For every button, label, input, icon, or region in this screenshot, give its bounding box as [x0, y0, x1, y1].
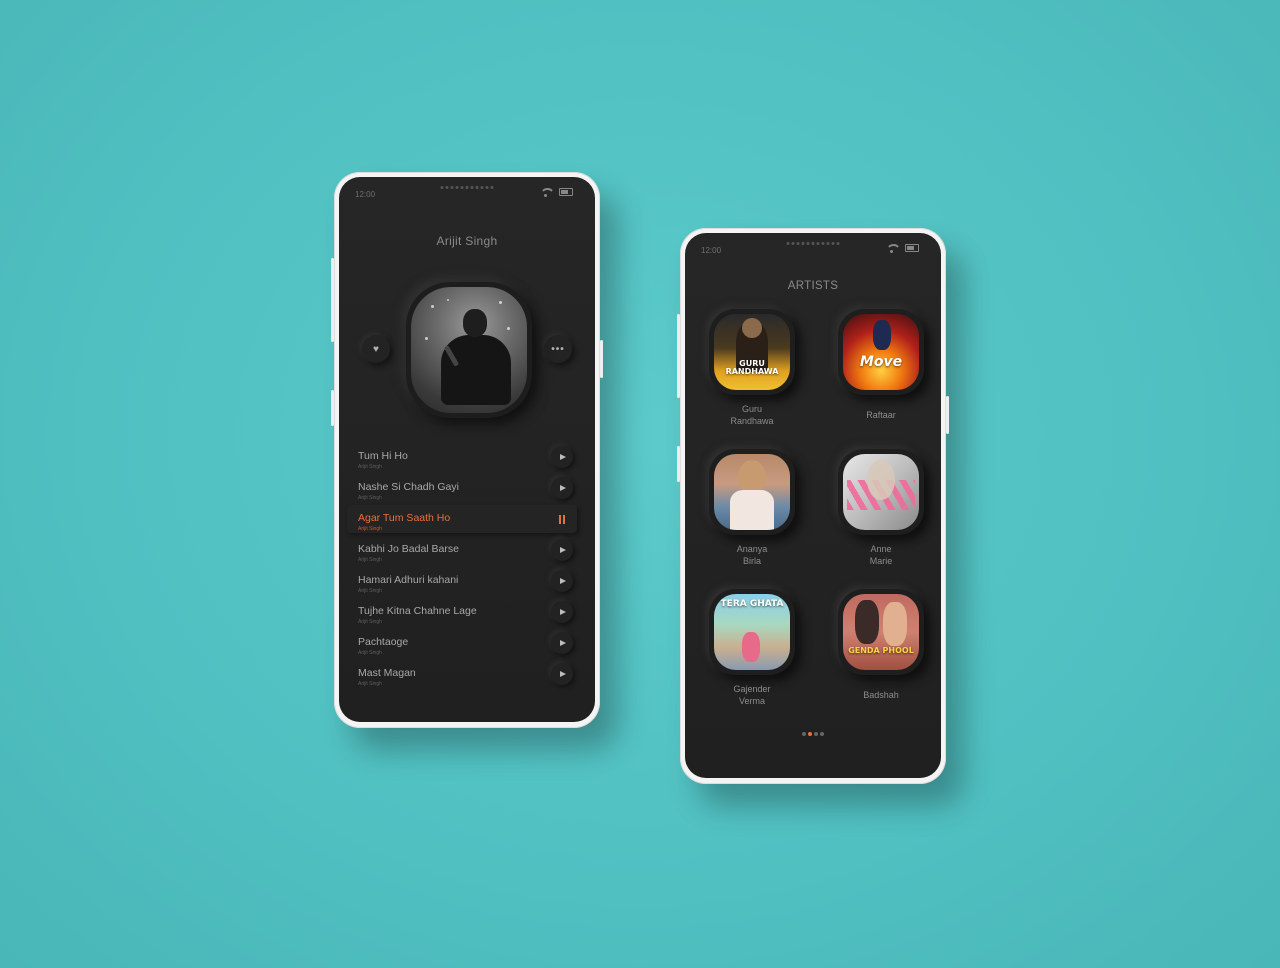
track-row[interactable]: Kabhi Jo Badal Barse Arijit Singh — [339, 535, 595, 566]
play-icon — [560, 640, 566, 646]
track-row[interactable]: Hamari Adhuri kahani Arijit Singh — [339, 566, 595, 597]
artist-card[interactable]: TERA GHATA Gajender Verma — [706, 589, 798, 707]
pause-icon — [559, 514, 565, 524]
section-title: ARTISTS — [787, 280, 839, 292]
album-art — [714, 454, 790, 530]
play-button[interactable] — [551, 446, 573, 468]
wifi-icon — [540, 188, 555, 197]
artist-card[interactable]: Ananya Birla — [706, 449, 798, 567]
page-indicator — [802, 732, 824, 736]
track-list: Tum Hi Ho Arijit Singh Nashe Si Chadh Gayi… — [339, 442, 595, 690]
play-button[interactable] — [551, 663, 573, 685]
track-row[interactable]: Tujhe Kitna Chahne Lage Arijit Singh — [339, 597, 595, 628]
artist-name: Anne Marie — [869, 544, 893, 566]
status-time: 12:00 — [355, 190, 376, 199]
power-button — [946, 396, 949, 434]
wifi-icon — [886, 244, 901, 253]
power-button — [600, 340, 603, 378]
play-icon — [560, 485, 566, 491]
artist-name: Badshah — [863, 690, 899, 700]
page-dot[interactable] — [802, 732, 806, 736]
status-icons — [540, 188, 573, 197]
artist-name: Raftaar — [866, 410, 896, 420]
artists-screen: 12:00 ARTISTS GURU RANDHAWA Guru Randhaw… — [685, 233, 941, 778]
player-screen: 12:00 Arijit Singh ♥ ••• Tum Hi Ho Ariji… — [339, 177, 595, 722]
artist-photo — [411, 287, 527, 413]
track-row[interactable]: Pachtaoge Arijit Singh — [339, 628, 595, 659]
track-row[interactable]: Tum Hi Ho Arijit Singh — [339, 442, 595, 473]
album-art: TERA GHATA — [714, 594, 790, 670]
track-row[interactable]: Agar Tum Saath Ho Arijit Singh — [339, 504, 595, 535]
page-dot[interactable] — [808, 732, 812, 736]
play-icon — [560, 671, 566, 677]
play-icon — [560, 454, 566, 460]
play-icon — [560, 609, 566, 615]
speaker-grille — [440, 186, 494, 189]
artist-name: Gajender Verma — [733, 684, 771, 706]
more-dots-icon: ••• — [551, 343, 565, 355]
play-button[interactable] — [551, 632, 573, 654]
status-icons — [886, 244, 919, 253]
play-icon — [560, 578, 566, 584]
artist-card[interactable]: Anne Marie — [835, 449, 927, 567]
page-dot[interactable] — [820, 732, 824, 736]
play-button[interactable] — [551, 601, 573, 623]
battery-icon — [905, 244, 919, 252]
track-row[interactable]: Nashe Si Chadh Gayi Arijit Singh — [339, 473, 595, 504]
speaker-grille — [786, 242, 840, 245]
pause-button[interactable] — [551, 508, 573, 530]
artist-artwork — [406, 282, 532, 418]
side-button — [331, 390, 334, 426]
volume-button — [677, 314, 680, 398]
artist-name: Ananya Birla — [736, 544, 768, 566]
play-button[interactable] — [551, 477, 573, 499]
album-art: Move — [843, 314, 919, 390]
artist-card[interactable]: Move Raftaar — [835, 309, 927, 421]
player-phone: 12:00 Arijit Singh ♥ ••• Tum Hi Ho Ariji… — [331, 172, 603, 728]
artist-name: Guru Randhawa — [730, 404, 774, 426]
heart-icon: ♥ — [373, 343, 379, 355]
artist-card[interactable]: GENDA PHOOL Badshah — [835, 589, 927, 701]
play-icon — [560, 547, 566, 553]
artist-card[interactable]: GURU RANDHAWA Guru Randhawa — [706, 309, 798, 427]
album-art — [843, 454, 919, 530]
more-button[interactable]: ••• — [544, 335, 572, 363]
side-button — [677, 446, 680, 482]
page-dot[interactable] — [814, 732, 818, 736]
album-art: GENDA PHOOL — [843, 594, 919, 670]
play-button[interactable] — [551, 570, 573, 592]
track-row[interactable]: Mast Magan Arijit Singh — [339, 659, 595, 690]
status-time: 12:00 — [701, 246, 722, 255]
artist-name: Arijit Singh — [436, 234, 498, 248]
battery-icon — [559, 188, 573, 196]
like-button[interactable]: ♥ — [362, 335, 390, 363]
album-art: GURU RANDHAWA — [714, 314, 790, 390]
artists-phone: 12:00 ARTISTS GURU RANDHAWA Guru Randhaw… — [677, 228, 949, 784]
play-button[interactable] — [551, 539, 573, 561]
volume-button — [331, 258, 334, 342]
